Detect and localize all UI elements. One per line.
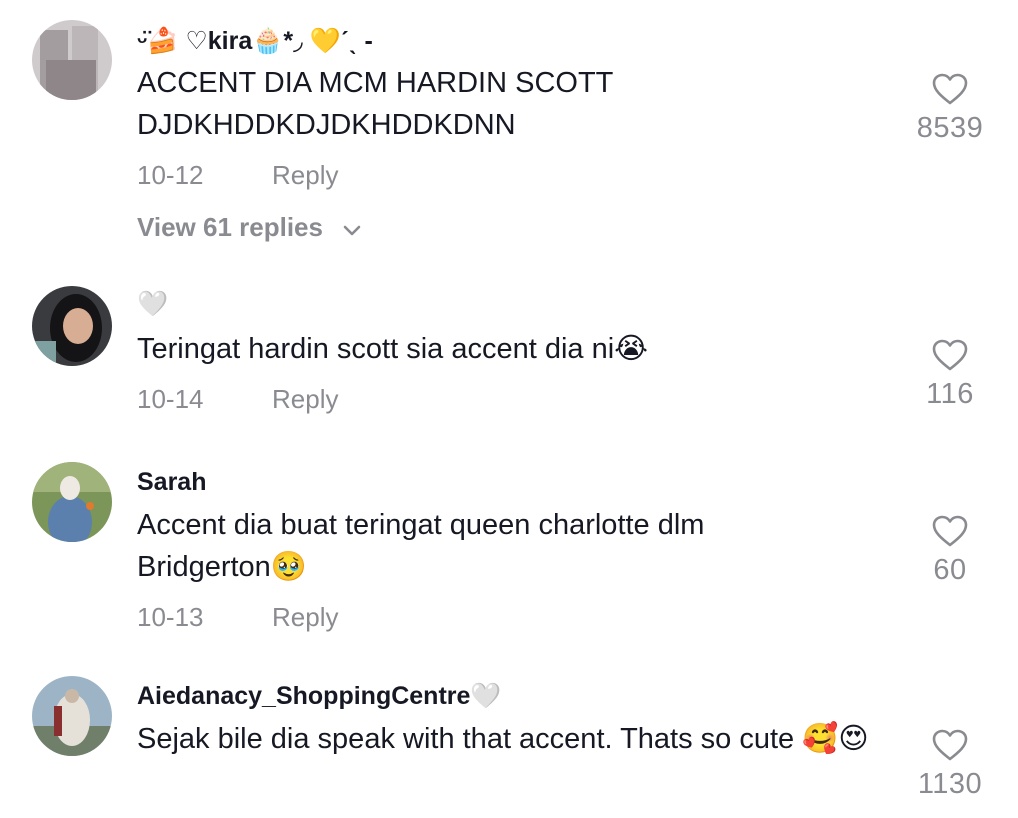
comment-meta: 10-13 Reply <box>137 602 338 633</box>
view-replies-label: View 61 replies <box>137 212 323 242</box>
reply-button[interactable]: Reply <box>272 602 338 633</box>
avatar[interactable] <box>32 20 112 100</box>
comment-username[interactable]: ᵕ̈🍰 ♡kira🧁*◞ 💛ˊˎ - <box>137 26 373 56</box>
heart-outline-icon <box>895 514 1005 548</box>
like-count: 60 <box>933 554 967 586</box>
like-count: 1130 <box>917 768 983 800</box>
heart-outline-icon <box>895 72 1005 106</box>
view-replies-button[interactable]: View 61 replies <box>137 212 362 245</box>
comment-meta: 10-12 Reply <box>137 160 338 191</box>
comment-date: 10-14 <box>137 384 204 414</box>
reply-button[interactable]: Reply <box>272 160 338 191</box>
comment-date: 10-13 <box>137 602 204 632</box>
like-button[interactable]: 8539 <box>895 72 1005 145</box>
comment-text: Sejak bile dia speak with that accent. T… <box>137 723 869 755</box>
reply-button[interactable]: Reply <box>272 384 338 415</box>
comment-username[interactable]: Aiedanacy_ShoppingCentre🤍 <box>137 682 502 711</box>
comment-text: Teringat hardin scott sia accent dia ni😭 <box>137 333 649 365</box>
heart-outline-icon <box>895 728 1005 762</box>
like-count: 116 <box>926 378 974 410</box>
avatar[interactable] <box>32 462 112 542</box>
avatar[interactable] <box>32 286 112 366</box>
comment-username[interactable]: Sarah <box>137 468 206 497</box>
like-count: 8539 <box>916 112 984 144</box>
like-button[interactable]: 60 <box>895 514 1005 587</box>
comment-text: Accent dia buat teringat queen charlotte… <box>137 509 705 583</box>
avatar[interactable] <box>32 676 112 756</box>
comment-meta: 10-14 Reply <box>137 384 338 415</box>
comment-username[interactable]: 🤍 <box>137 290 168 319</box>
like-button[interactable]: 1130 <box>895 728 1005 801</box>
comment-text: ACCENT DIA MCM HARDIN SCOTT DJDKHDDKDJDK… <box>137 67 613 141</box>
heart-outline-icon <box>895 338 1005 372</box>
chevron-down-icon <box>342 214 362 245</box>
like-button[interactable]: 116 <box>895 338 1005 411</box>
comment-date: 10-12 <box>137 160 204 190</box>
